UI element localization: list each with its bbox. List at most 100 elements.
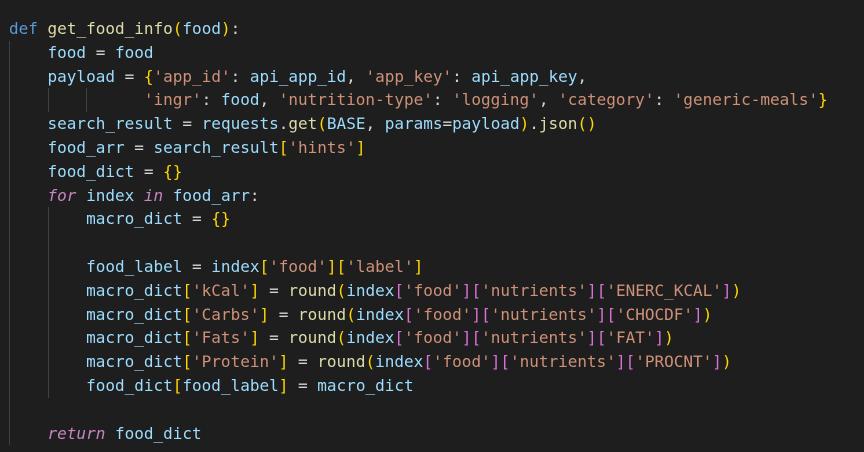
code-token: [ xyxy=(259,256,270,276)
code-token: = xyxy=(288,352,318,372)
code-token: = xyxy=(134,161,164,181)
code-token: ] xyxy=(355,137,366,157)
code-token: index xyxy=(86,185,135,205)
code-token: [ xyxy=(625,352,636,372)
code-token: : xyxy=(654,90,674,110)
code-token: : xyxy=(230,66,250,86)
code-token: BASE xyxy=(326,114,366,134)
code-token: macro_dict xyxy=(317,375,414,395)
code-token: : xyxy=(201,90,221,110)
code-token: . xyxy=(278,114,289,134)
code-line: return food_dict xyxy=(9,421,828,446)
indent-guide xyxy=(9,254,10,279)
code-line xyxy=(9,231,828,255)
code-token: json xyxy=(538,114,578,134)
code-token: ) xyxy=(519,114,530,134)
code-token: ( xyxy=(336,328,347,348)
code-token: 'category' xyxy=(558,90,655,110)
code-token: 'PROCNT' xyxy=(635,352,713,372)
code-token: {} xyxy=(211,209,231,229)
code-token: food xyxy=(114,42,154,62)
code-token: 'Carbs' xyxy=(192,304,260,324)
code-token: . xyxy=(529,114,539,134)
code-token: ] xyxy=(693,304,703,324)
code-line: food_arr = search_result['hints'] xyxy=(9,135,828,160)
code-token: index xyxy=(346,280,395,300)
code-line: macro_dict['kCal'] = round(index['food']… xyxy=(9,278,828,303)
code-token: macro_dict xyxy=(86,352,183,372)
code-token: ( xyxy=(172,19,183,38)
code-line: macro_dict = {} xyxy=(9,207,828,232)
code-token: food xyxy=(182,19,221,38)
code-line: macro_dict['Carbs'] = round(index['food'… xyxy=(9,302,828,327)
code-token: 'nutrients' xyxy=(481,328,588,348)
code-token: ] xyxy=(596,304,607,324)
indent-guide xyxy=(9,88,10,113)
code-token: = xyxy=(114,66,144,86)
code-token: ( xyxy=(577,114,588,134)
code-token: [ xyxy=(471,328,482,348)
code-token: food xyxy=(47,42,87,62)
indent-guide xyxy=(9,421,10,446)
code-token: search_result xyxy=(47,114,173,134)
code-token: : xyxy=(452,66,472,86)
code-token: : xyxy=(432,90,453,110)
code-token: 'nutrients' xyxy=(490,304,597,324)
code-token: {} xyxy=(163,161,183,181)
code-token: ) xyxy=(702,304,713,324)
indent-guide xyxy=(9,64,10,89)
code-token: = xyxy=(259,280,289,300)
code-token: food xyxy=(220,90,260,110)
code-token: macro_dict xyxy=(86,209,183,229)
code-token: = xyxy=(86,42,115,62)
code-token: round xyxy=(288,328,337,348)
code-line: food_label = index['food']['label'] xyxy=(9,254,828,279)
code-token: payload xyxy=(47,66,115,86)
code-token: food_arr xyxy=(47,137,125,157)
code-token: = xyxy=(172,114,202,134)
indent-guide xyxy=(9,40,10,65)
code-editor[interactable]: def get_food_info(food): food = food pay… xyxy=(0,0,864,452)
code-token: 'food' xyxy=(432,352,491,372)
code-token: search_result xyxy=(153,137,279,157)
code-token: : xyxy=(230,19,241,38)
indent-guide xyxy=(9,278,10,303)
indent-guide xyxy=(9,326,10,351)
code-token: index xyxy=(375,352,424,372)
code-line: macro_dict['Fats'] = round(index['food']… xyxy=(9,326,828,351)
indent-guide xyxy=(9,183,10,208)
code-token: 'ingr' xyxy=(143,90,202,110)
code-token: 'Protein' xyxy=(192,352,279,372)
code-line: macro_dict['Protein'] = round(index['foo… xyxy=(9,350,828,374)
code-token: food_arr xyxy=(172,185,250,205)
code-token: [ xyxy=(394,280,404,300)
code-token: 'generic-meals' xyxy=(673,90,819,110)
code-token: } xyxy=(818,90,828,110)
code-token: ) xyxy=(721,352,732,372)
indent-guide xyxy=(47,278,49,303)
code-token: 'food' xyxy=(413,304,472,324)
code-token: = xyxy=(259,328,289,348)
code-token: , xyxy=(538,90,559,110)
indent-guide xyxy=(9,397,10,422)
code-token: requests xyxy=(201,114,279,134)
code-token: 'ENERC_KCAL' xyxy=(606,280,722,300)
code-token: ( xyxy=(346,304,356,324)
code-token: params xyxy=(384,114,443,134)
code-token: ] xyxy=(413,256,424,276)
code-token: ) xyxy=(731,280,742,300)
code-token: [ xyxy=(394,328,404,348)
code-token: [ xyxy=(172,375,183,395)
code-token: macro_dict xyxy=(86,280,183,300)
code-token: ] xyxy=(490,352,501,372)
code-token: [ xyxy=(182,328,193,348)
code-line: for index in food_arr: xyxy=(9,183,828,208)
